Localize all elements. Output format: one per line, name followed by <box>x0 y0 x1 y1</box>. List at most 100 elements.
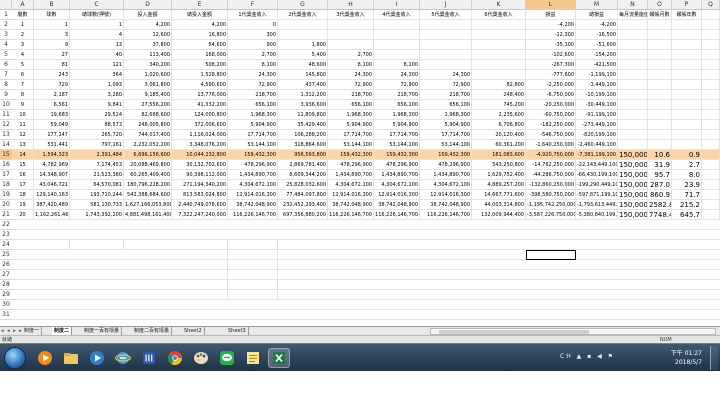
gen-bonus-label[interactable] <box>172 280 228 290</box>
cell-e[interactable]: 1,116,024,000 <box>172 130 228 140</box>
cell-f[interactable]: 218,700 <box>228 90 278 100</box>
cell-q[interactable] <box>702 180 720 190</box>
cell-a[interactable]: 4 <box>12 50 34 60</box>
cell-h[interactable]: 1,968,300 <box>328 110 374 120</box>
cell-a[interactable]: 19 <box>12 200 34 210</box>
cell-k[interactable]: 4,889,257,200 <box>472 180 526 190</box>
cell-c[interactable]: 4 <box>70 30 124 40</box>
cell-o[interactable]: 10.6 <box>648 150 672 160</box>
cell-b[interactable]: 81 <box>34 60 70 70</box>
cell-h[interactable]: 53,144,100 <box>328 140 374 150</box>
gen-bonus-value[interactable] <box>228 260 278 270</box>
cell-n[interactable] <box>618 50 648 60</box>
cell-n[interactable]: 150,000 <box>618 160 648 170</box>
cell-n[interactable]: 150,000 <box>618 170 648 180</box>
cell-g[interactable]: 956,593,800 <box>278 150 328 160</box>
cell-n[interactable]: 150,000 <box>618 200 648 210</box>
cell-o[interactable] <box>648 130 672 140</box>
cell-d[interactable]: 12,600 <box>124 30 172 40</box>
cell-g[interactable]: 1,800 <box>278 40 328 50</box>
gen-bonus-value[interactable] <box>228 290 278 300</box>
cell-q[interactable] <box>702 20 720 30</box>
row-header-10[interactable]: 10 <box>0 100 12 110</box>
row-header-9[interactable]: 9 <box>0 90 12 100</box>
cell-p[interactable] <box>672 140 702 150</box>
header-cell-h[interactable]: 3代獎金收入 <box>328 10 374 20</box>
cell-a[interactable]: 12 <box>12 130 34 140</box>
cell-c[interactable]: 2,391,484 <box>70 150 124 160</box>
cell-i[interactable] <box>374 30 420 40</box>
cell-n[interactable] <box>618 30 648 40</box>
cell-a[interactable]: 15 <box>12 160 34 170</box>
cell-j[interactable] <box>420 30 472 40</box>
header-cell-m[interactable]: 總損益 <box>576 10 618 20</box>
column-header-d[interactable]: D <box>124 0 172 10</box>
cell-k[interactable]: 6,706,800 <box>472 120 526 130</box>
row-header-17[interactable]: 17 <box>0 170 12 180</box>
cell-j[interactable] <box>420 50 472 60</box>
cell-f[interactable]: 4,304,672,100 <box>228 180 278 190</box>
cell-b[interactable]: 387,420,489 <box>34 200 70 210</box>
cell-b[interactable]: 129,140,163 <box>34 190 70 200</box>
cell-o[interactable] <box>648 50 672 60</box>
cell-c[interactable]: 88,573 <box>70 120 124 130</box>
cell-g[interactable]: 8,609,344,200 <box>278 170 328 180</box>
cell-q[interactable] <box>702 140 720 150</box>
cell-h[interactable]: 12,914,016,300 <box>328 190 374 200</box>
cell-m[interactable]: -820,199,100 <box>576 130 618 140</box>
column-header-g[interactable]: G <box>278 0 328 10</box>
cell-d[interactable]: 4,881,498,161,400 <box>124 210 172 220</box>
cell-h[interactable] <box>328 30 374 40</box>
cell-f[interactable]: 1,968,300 <box>228 110 278 120</box>
header-cell-q[interactable] <box>702 10 720 20</box>
row-header-19[interactable]: 19 <box>0 190 12 200</box>
cell-m[interactable]: -4,200 <box>576 20 618 30</box>
cell-e[interactable]: 30,132,702,600 <box>172 160 228 170</box>
cell-q[interactable] <box>702 40 720 50</box>
cell-m[interactable]: -273,449,100 <box>576 120 618 130</box>
cell-j[interactable]: 38,742,048,900 <box>420 200 472 210</box>
row-header-29[interactable]: 29 <box>0 290 12 300</box>
column-header-e[interactable]: E <box>172 0 228 10</box>
cell-q[interactable] <box>702 170 720 180</box>
cell-e[interactable]: 124,000,800 <box>172 110 228 120</box>
horizontal-scrollbar[interactable] <box>430 328 716 335</box>
cell-a[interactable]: 5 <box>12 60 34 70</box>
cell-i[interactable]: 53,144,100 <box>374 140 420 150</box>
cell-p[interactable] <box>672 80 702 90</box>
cell-c[interactable]: 7,174,453 <box>70 160 124 170</box>
cell-j[interactable]: 72,900 <box>420 80 472 90</box>
row-header-20[interactable]: 20 <box>0 200 12 210</box>
cell-e[interactable]: 813,583,024,800 <box>172 190 228 200</box>
cell-e[interactable]: 508,200 <box>172 60 228 70</box>
cell-e[interactable]: 271,194,340,200 <box>172 180 228 190</box>
cell-p[interactable] <box>672 60 702 70</box>
cell-f[interactable]: 72,900 <box>228 80 278 90</box>
cell-j[interactable]: 5,904,900 <box>420 120 472 130</box>
cell-k[interactable]: 543,250,800 <box>472 160 526 170</box>
cell-g[interactable]: 25,828,032,600 <box>278 180 328 190</box>
cell-a[interactable]: 16 <box>12 170 34 180</box>
column-header-l[interactable]: L <box>526 0 576 10</box>
header-cell-j[interactable]: 5代獎金收入 <box>420 10 472 20</box>
gen-bonus-value[interactable] <box>228 240 278 250</box>
column-header-c[interactable]: C <box>70 0 124 10</box>
cell-h[interactable] <box>328 40 374 50</box>
cell-j[interactable]: 17,714,700 <box>420 130 472 140</box>
row-header-26[interactable]: 26 <box>0 260 12 270</box>
cell-d[interactable]: 340,200 <box>124 60 172 70</box>
cell-o[interactable] <box>648 100 672 110</box>
cell-f[interactable]: 478,296,900 <box>228 160 278 170</box>
monthly-label[interactable] <box>34 240 70 250</box>
cell-i[interactable] <box>374 40 420 50</box>
cell-f[interactable]: 38,742,048,900 <box>228 200 278 210</box>
column-header-o[interactable]: O <box>648 0 672 10</box>
cell-d[interactable]: 4,200 <box>124 20 172 30</box>
cell-k[interactable]: 82,800 <box>472 80 526 90</box>
cell-m[interactable]: -16,500 <box>576 30 618 40</box>
scroll-thumb[interactable] <box>439 330 589 334</box>
cell-o[interactable]: 7748.4 <box>648 210 672 220</box>
chrome-button[interactable] <box>164 348 186 368</box>
cell-m[interactable]: -1,199,100 <box>576 70 618 80</box>
cell-j[interactable]: 12,914,016,300 <box>420 190 472 200</box>
